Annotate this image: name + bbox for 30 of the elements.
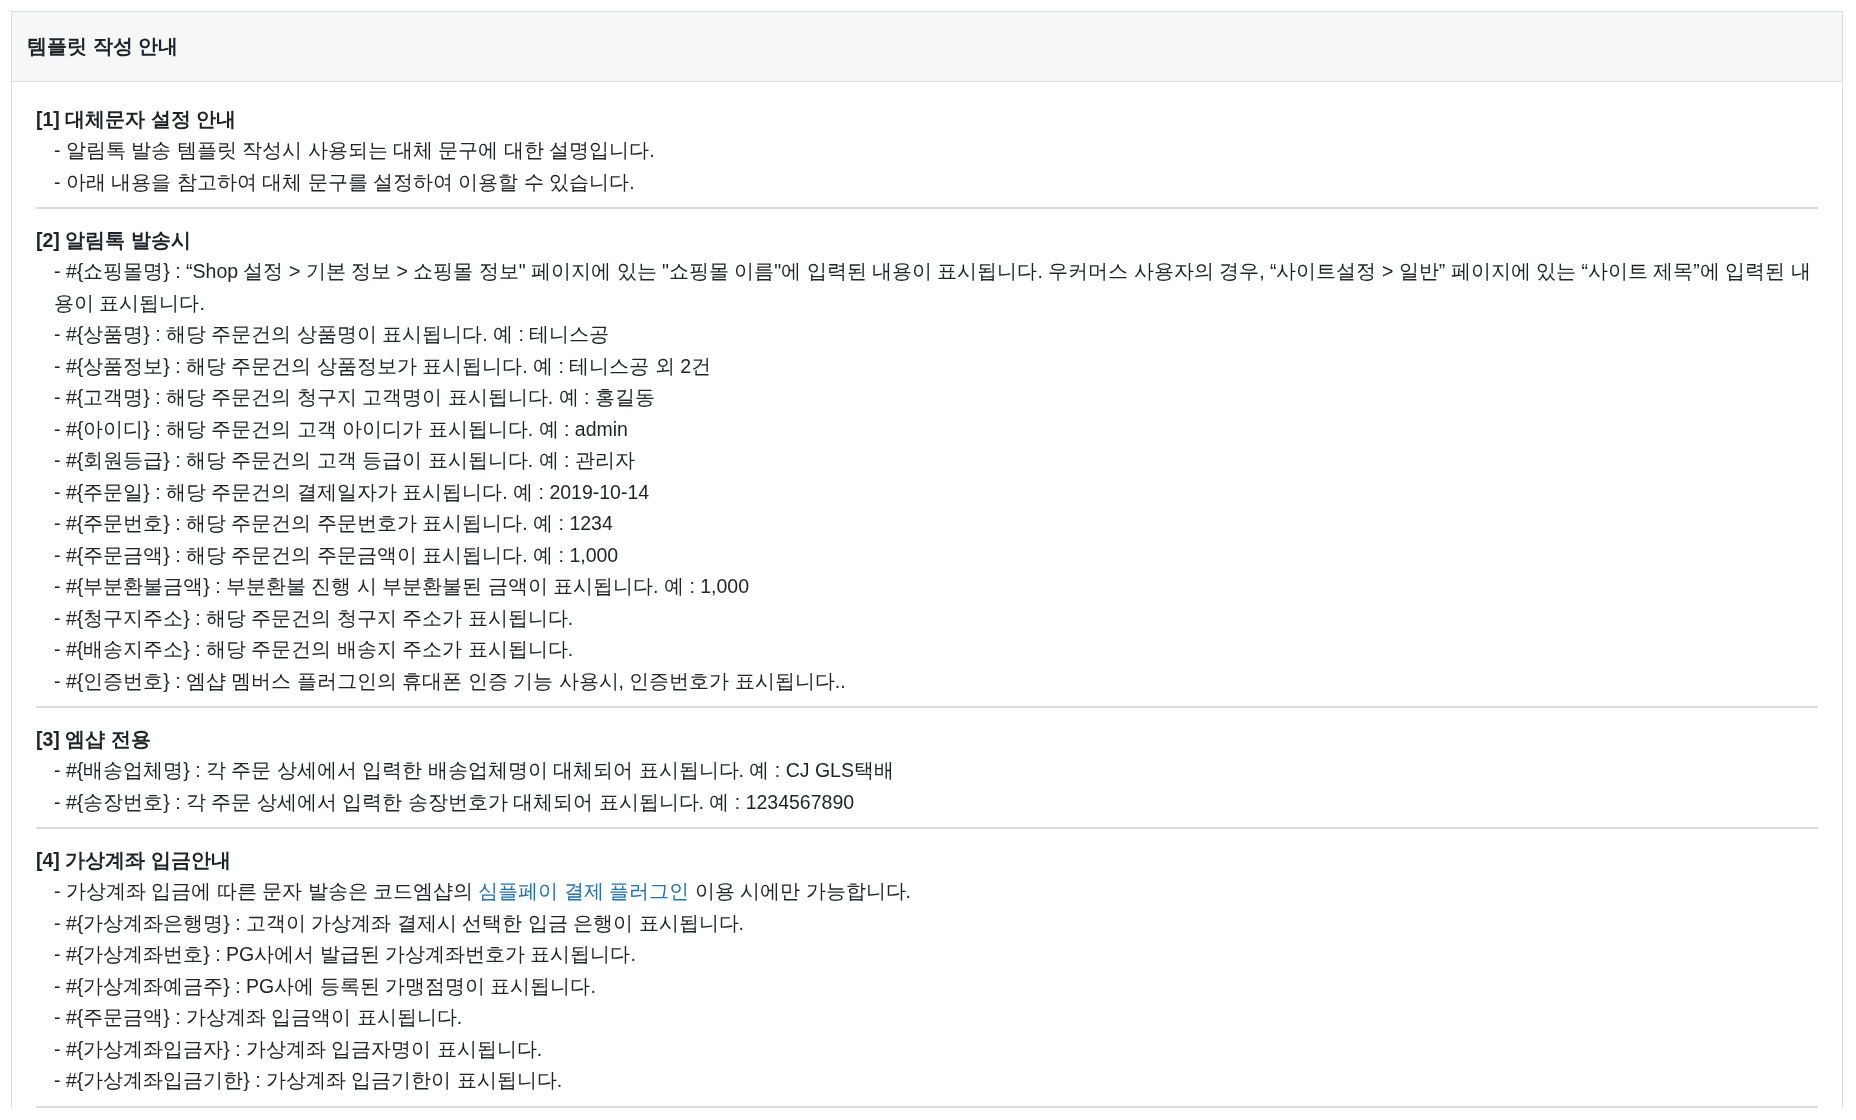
description-line: - #{가상계좌예금주} : PG사에 등록된 가맹점명이 표시됩니다.	[53, 973, 597, 999]
description-line: - #{송장번호} : 각 주문 상세에서 입력한 송장번호가 대체되어 표시됩니다. 예 : 1234567890	[53, 789, 856, 815]
description-line: - #{쇼핑몰명} : “Shop 설정 > 기본 정보 > 쇼핑몰 정보" 페이지에 있는 "쇼핑몰 이름"에 입력된 내용이 표시됩니다. 우커머스 사용자의 경우, “사이트설정 > 일반” 페이지에 있는 “사이트 제목”에 입력된 내용이 표시됩니다.	[53, 259, 1812, 316]
description-line: - 알림톡 발송 템플릿 작성시 사용되는 대체 문구에 대한 설명입니다.	[53, 138, 656, 163]
section-heading: [3] 엠샵 전용	[36, 727, 152, 752]
plugin-link[interactable]: 심플페이 결제 플러그인	[478, 880, 690, 902]
description-line: - #{가상계좌입금기한} : 가상계좌 입금기한이 표시됩니다.	[53, 1068, 564, 1093]
section-heading: [4] 가상계좌 입금안내	[36, 848, 232, 873]
description-line: - #{청구지주소} : 해당 주문건의 청구지 주소가 표시됩니다.	[53, 605, 575, 631]
description-line: - #{가상계좌은행명} : 고객이 가상계좌 결제시 선택한 입금 은행이 표시됩니다.	[53, 910, 745, 936]
description-line: - 아래 내용을 참고하여 대체 문구를 설정하여 이용할 수 있습니다.	[53, 169, 636, 195]
description-line: - #{아이디} : 해당 주문건의 고객 아이디가 표시됩니다. 예 : admin	[53, 416, 629, 442]
section-heading: [1] 대체문자 설정 안내	[36, 107, 238, 132]
description-line: - #{가상계좌번호} : PG사에서 발급된 가상계좌번호가 표시됩니다.	[53, 942, 637, 967]
section-heading: [2] 알림톡 발송시	[36, 228, 192, 253]
panel-title: 템플릿 작성 안내	[27, 34, 179, 59]
description-line: - #{상품정보} : 해당 주문건의 상품정보가 표시됩니다. 예 : 테니스공 외 2건	[53, 353, 713, 379]
description-line: - #{주문번호} : 해당 주문건의 주문번호가 표시됩니다. 예 : 1234	[53, 511, 614, 536]
description-line: - #{가상계좌입금자} : 가상계좌 입금자명이 표시됩니다.	[53, 1036, 544, 1062]
description-line: - #{상품명} : 해당 주문건의 상품명이 표시됩니다. 예 : 테니스공	[53, 322, 611, 347]
description-line: - #{부분환불금액} : 부분환불 진행 시 부분환불된 금액이 표시됩니다. 예 : 1,000	[53, 574, 750, 599]
description-line: - #{배송지주소} : 해당 주문건의 배송지 주소가 표시됩니다.	[53, 637, 575, 662]
description-line: - #{고객명} : 해당 주문건의 청구지 고객명이 표시됩니다. 예 : 홍길동	[53, 385, 656, 410]
description-line: - 가상계좌 입금에 따른 문자 발송은 코드엠샵의 심플페이 결제 플러그인 이용 시에만 가능합니다.	[53, 879, 912, 904]
description-line: - #{회원등급} : 해당 주문건의 고객 등급이 표시됩니다. 예 : 관리자	[53, 448, 636, 473]
description-line: - #{주문금액} : 해당 주문건의 주문금액이 표시됩니다. 예 : 1,000	[53, 542, 620, 568]
description-line: - #{인증번호} : 엠샵 멤버스 플러그인의 휴대폰 인증 기능 사용시, 인증번호가 표시됩니다..	[53, 668, 847, 694]
description-line: - #{주문금액} : 가상계좌 입금액이 표시됩니다.	[53, 1005, 464, 1030]
description-line: - #{주문일} : 해당 주문건의 결제일자가 표시됩니다. 예 : 2019-10-14	[53, 479, 651, 505]
description-line: - #{배송업체명} : 각 주문 상세에서 입력한 배송업체명이 대체되어 표시됩니다. 예 : CJ GLS택배	[53, 758, 895, 783]
